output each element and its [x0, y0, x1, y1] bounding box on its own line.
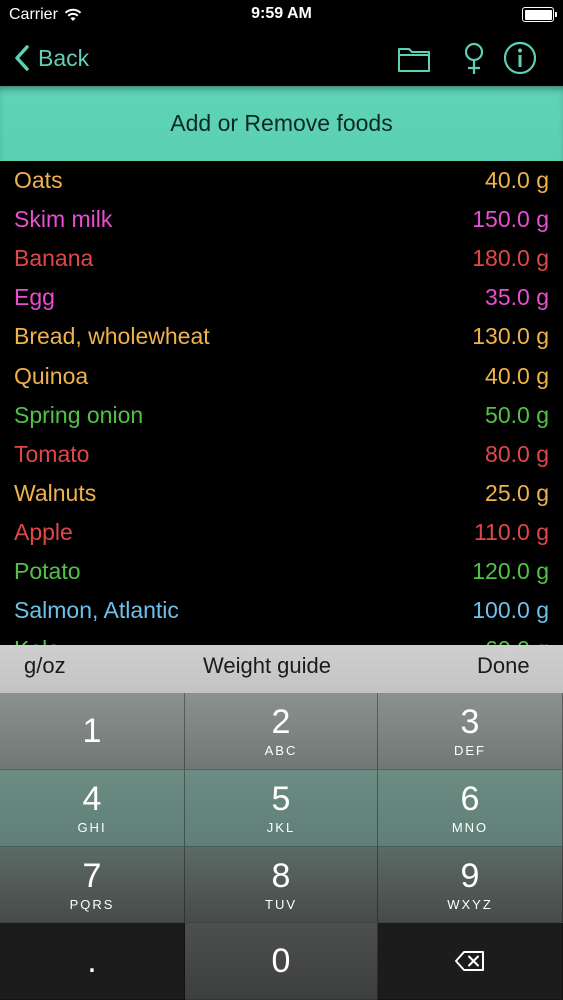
food-name: Bread, wholewheat: [14, 323, 210, 350]
key-digit: 9: [460, 856, 480, 895]
food-row[interactable]: Tomato 80.0 g: [0, 435, 563, 474]
key-digit: 0: [271, 942, 291, 980]
key-digit: 5: [271, 780, 291, 818]
key-digit: 3: [460, 703, 480, 741]
key-7[interactable]: 7 PQRS: [0, 847, 185, 923]
food-weight: 150.0 g: [472, 206, 549, 233]
key-letters: WXYZ: [447, 896, 493, 912]
key-letters: TUV: [265, 896, 297, 912]
key-letters: GHI: [77, 820, 107, 835]
key-0[interactable]: 0: [185, 923, 378, 1000]
status-time: 9:59 AM: [251, 5, 312, 22]
key-digit: 2: [271, 703, 291, 741]
food-name: Quinoa: [14, 362, 89, 389]
back-label: Back: [38, 44, 90, 71]
add-remove-foods-button[interactable]: Add or Remove foods: [0, 86, 563, 161]
status-bar: Carrier 9:59 AM: [0, 0, 563, 30]
key-letters: PQRS: [69, 896, 115, 912]
key-2[interactable]: 2 ABC: [185, 693, 378, 770]
key-1[interactable]: 1: [0, 693, 185, 770]
food-name: Spring onion: [14, 401, 144, 428]
food-weight: 110.0 g: [473, 518, 549, 545]
backspace-icon: [455, 951, 484, 971]
food-name: Egg: [14, 284, 55, 311]
food-name: Apple: [14, 518, 73, 545]
food-name: Potato: [14, 558, 81, 584]
key-digit: 6: [460, 780, 480, 818]
key-3[interactable]: 3 DEF: [378, 693, 563, 770]
food-weight: 130.0 g: [472, 323, 549, 350]
key-decimal[interactable]: .: [0, 923, 185, 1000]
food-name: Salmon, Atlantic: [14, 597, 179, 624]
key-4[interactable]: 4 GHI: [0, 770, 185, 847]
keyboard-toolbar: g/oz Weight guide Done: [0, 645, 563, 693]
backspace-key[interactable]: [378, 923, 563, 1000]
food-list: Oats 40.0 g Skim milk 150.0 g Banana 180.0 g E…: [0, 161, 563, 645]
food-name: Oats: [14, 167, 63, 193]
food-name: Tomato: [14, 440, 90, 467]
food-row[interactable]: Skim milk 150.0 g: [0, 200, 563, 239]
units-toggle-button[interactable]: g/oz: [24, 649, 66, 687]
food-row[interactable]: Banana 180.0 g: [0, 239, 563, 278]
food-weight: 120.0 g: [472, 558, 549, 584]
key-digit: 7: [82, 856, 102, 895]
key-digit: .: [87, 942, 97, 980]
key-9[interactable]: 9 WXYZ: [378, 847, 563, 923]
food-weight: 40.0 g: [485, 362, 549, 389]
food-row[interactable]: Spring onion 50.0 g: [0, 396, 563, 435]
key-6[interactable]: 6 MNO: [378, 770, 563, 847]
female-icon[interactable]: [456, 40, 492, 76]
food-weight: 25.0 g: [485, 479, 549, 506]
food-weight: 100.0 g: [472, 597, 549, 624]
battery-level: [524, 9, 552, 20]
key-5[interactable]: 5 JKL: [185, 770, 378, 847]
food-row[interactable]: Bread, wholewheat 130.0 g: [0, 317, 563, 356]
done-button[interactable]: Done: [477, 649, 530, 687]
food-row[interactable]: Kale 60.0 g: [0, 630, 563, 645]
nav-bar: Back: [0, 30, 563, 86]
app-screen: Carrier 9:59 AM Back Add or Remove foods…: [0, 0, 563, 1000]
key-digit: 8: [271, 856, 291, 895]
food-row[interactable]: Salmon, Atlantic 100.0 g: [0, 591, 563, 630]
food-weight: 180.0 g: [472, 245, 549, 272]
food-weight: 80.0 g: [485, 440, 549, 467]
food-row[interactable]: Egg 35.0 g: [0, 278, 563, 317]
food-weight: 35.0 g: [485, 284, 549, 311]
food-name: Banana: [14, 245, 94, 272]
food-name: Skim milk: [14, 206, 113, 233]
info-icon[interactable]: [502, 40, 538, 76]
numeric-keypad: 1 2 ABC 3 DEF 4 GHI 5 JKL 6 MNO 7 PQRS 8 TUV 9 WXYZ. 0: [0, 693, 563, 1000]
chevron-left-icon: [15, 45, 29, 71]
food-row[interactable]: Potato 120.0 g: [0, 552, 563, 591]
key-digit: 4: [82, 780, 102, 818]
food-weight: 60.0 g: [485, 636, 549, 645]
food-name: Kale: [14, 636, 60, 645]
key-8[interactable]: 8 TUV: [185, 847, 378, 923]
add-remove-foods-label: Add or Remove foods: [170, 110, 393, 136]
food-name: Walnuts: [14, 479, 97, 506]
key-digit: 1: [82, 712, 102, 750]
food-row[interactable]: Oats 40.0 g: [0, 161, 563, 200]
battery-icon: [522, 7, 557, 22]
weight-guide-button[interactable]: Weight guide: [203, 649, 331, 687]
folder-icon[interactable]: [396, 40, 432, 76]
key-letters: JKL: [266, 820, 296, 835]
back-button[interactable]: Back: [14, 40, 89, 76]
food-weight: 40.0 g: [485, 167, 549, 193]
food-row[interactable]: Walnuts 25.0 g: [0, 474, 563, 513]
food-row[interactable]: Apple 110.0 g: [0, 513, 563, 552]
key-letters: ABC: [264, 743, 298, 758]
key-letters: MNO: [451, 820, 489, 835]
food-row[interactable]: Quinoa 40.0 g: [0, 357, 563, 396]
food-weight: 50.0 g: [485, 401, 549, 428]
key-letters: DEF: [454, 743, 486, 758]
